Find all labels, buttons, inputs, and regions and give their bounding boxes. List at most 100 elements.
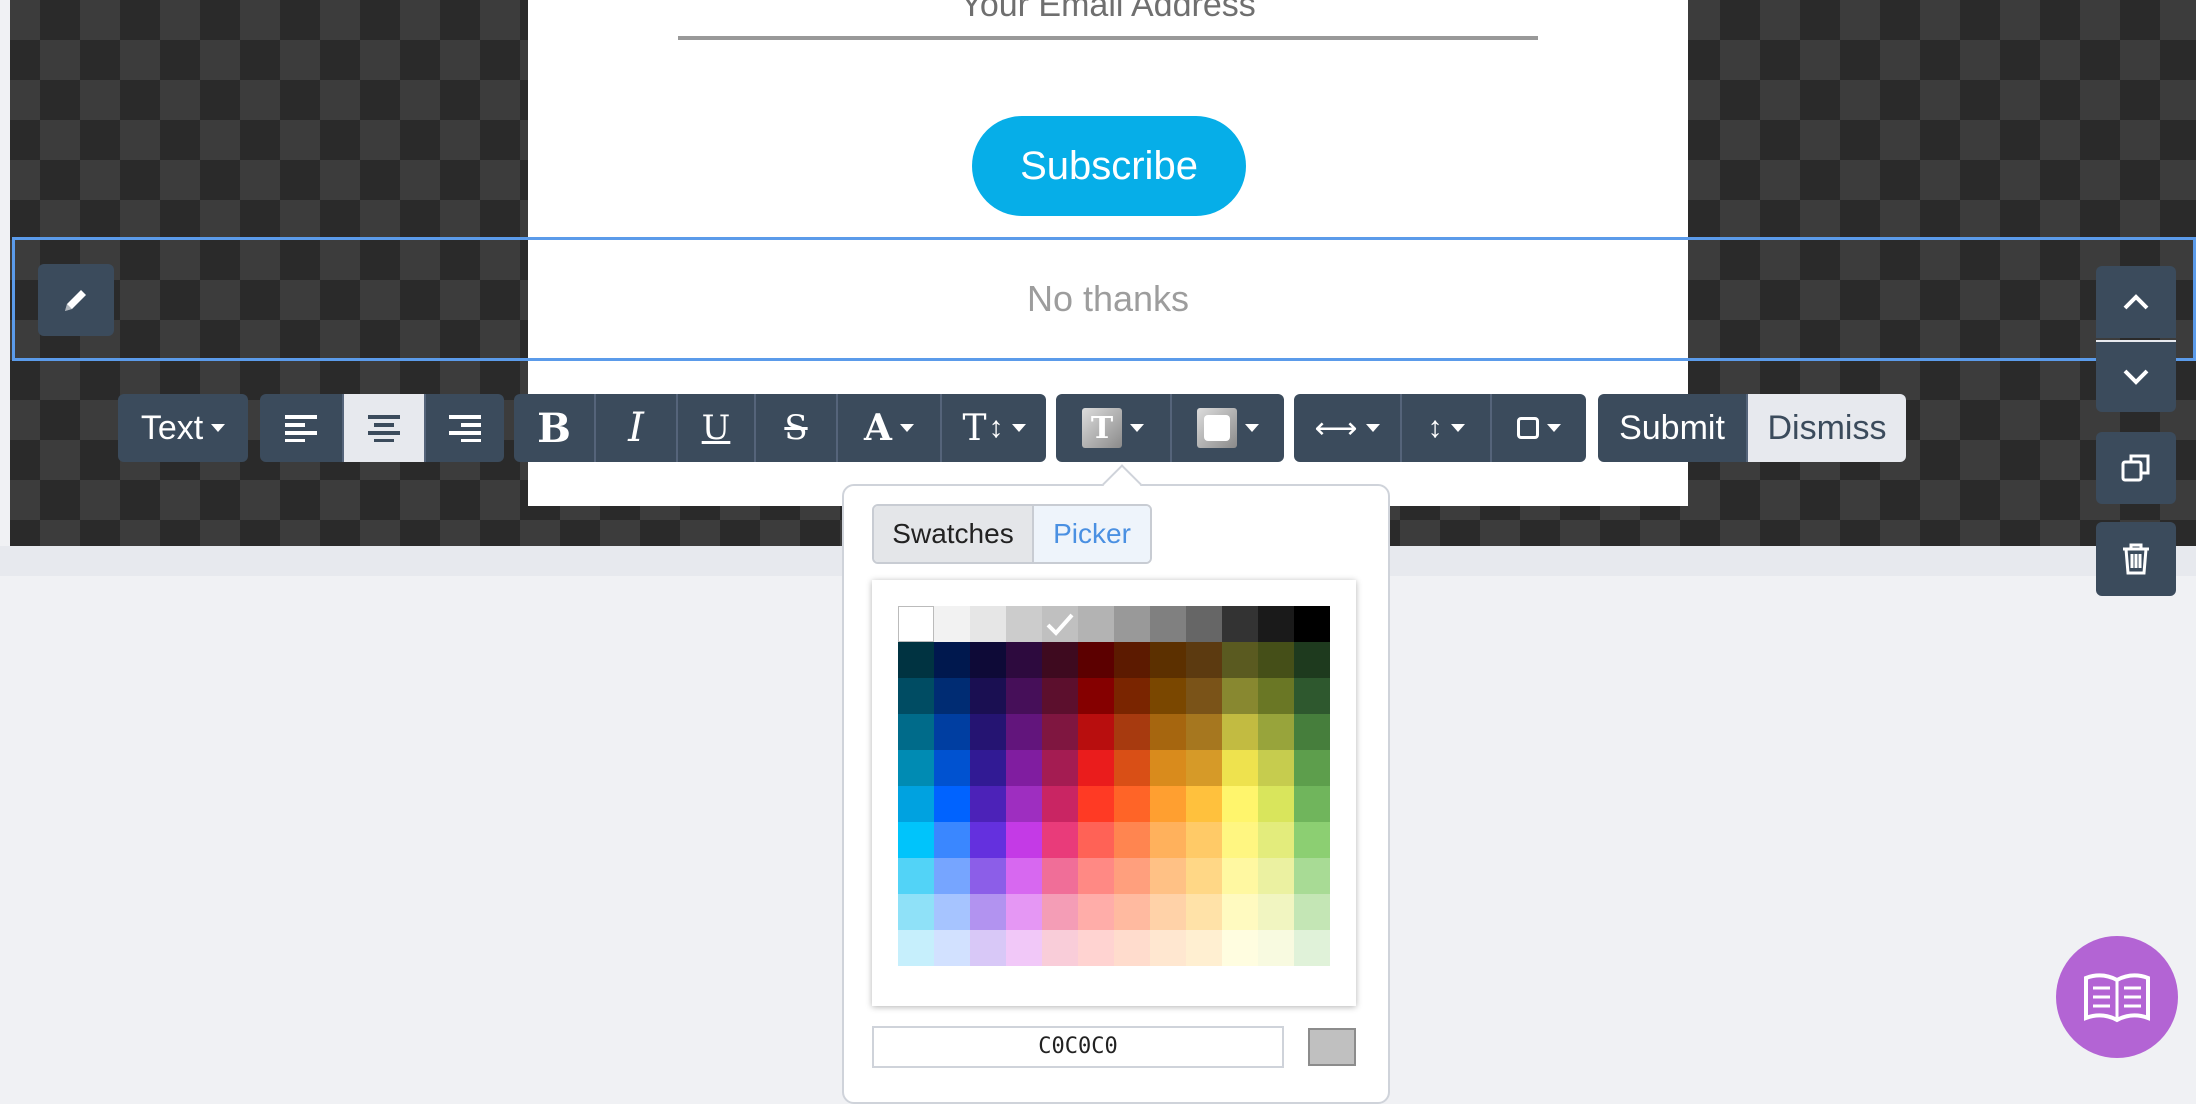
color-swatch[interactable] [970, 606, 1006, 642]
color-swatch[interactable] [970, 750, 1006, 786]
tab-picker[interactable]: Picker [1034, 506, 1150, 562]
color-swatch[interactable] [1006, 750, 1042, 786]
color-swatch[interactable] [1042, 930, 1078, 966]
color-swatch[interactable] [1042, 714, 1078, 750]
color-swatch[interactable] [1294, 786, 1330, 822]
color-swatch[interactable] [1078, 606, 1114, 642]
color-swatch[interactable] [934, 786, 970, 822]
bold-button[interactable]: B [514, 394, 594, 462]
font-family-dropdown[interactable]: A [836, 394, 940, 462]
color-swatch[interactable] [970, 714, 1006, 750]
color-swatch[interactable] [898, 606, 934, 642]
color-swatch[interactable] [1114, 894, 1150, 930]
color-swatch[interactable] [1042, 822, 1078, 858]
color-swatch[interactable] [1258, 642, 1294, 678]
color-swatch[interactable] [1186, 606, 1222, 642]
color-swatch[interactable] [1294, 678, 1330, 714]
color-swatch[interactable] [1150, 822, 1186, 858]
color-swatch[interactable] [934, 894, 970, 930]
email-input-placeholder[interactable]: Your Email Address [678, 0, 1538, 22]
color-swatch[interactable] [1150, 606, 1186, 642]
color-swatch[interactable] [1150, 930, 1186, 966]
color-swatch[interactable] [1186, 678, 1222, 714]
color-swatch[interactable] [1294, 858, 1330, 894]
color-swatch[interactable] [898, 822, 934, 858]
color-swatch[interactable] [1258, 930, 1294, 966]
color-swatch[interactable] [1006, 606, 1042, 642]
color-swatch[interactable] [1294, 822, 1330, 858]
hex-color-input[interactable]: C0C0C0 [872, 1026, 1284, 1068]
help-button[interactable] [2056, 936, 2178, 1058]
color-swatch[interactable] [970, 858, 1006, 894]
color-swatch[interactable] [970, 678, 1006, 714]
color-swatch[interactable] [898, 678, 934, 714]
color-swatch[interactable] [1150, 678, 1186, 714]
color-swatch[interactable] [1078, 642, 1114, 678]
color-swatch[interactable] [1258, 822, 1294, 858]
strikethrough-button[interactable]: S [754, 394, 836, 462]
background-color-dropdown[interactable] [1170, 394, 1284, 462]
move-up-button[interactable] [2096, 266, 2176, 338]
color-swatch[interactable] [1294, 606, 1330, 642]
color-swatch[interactable] [898, 714, 934, 750]
color-swatch[interactable] [1222, 642, 1258, 678]
color-swatch[interactable] [1186, 714, 1222, 750]
color-swatch[interactable] [1294, 894, 1330, 930]
color-swatch[interactable] [1114, 642, 1150, 678]
dismiss-button[interactable]: Dismiss [1746, 394, 1906, 462]
color-swatch[interactable] [1294, 750, 1330, 786]
color-swatch[interactable] [1150, 894, 1186, 930]
color-swatch[interactable] [1150, 786, 1186, 822]
color-swatch[interactable] [1150, 750, 1186, 786]
color-swatch[interactable] [1222, 858, 1258, 894]
color-swatch[interactable] [1078, 858, 1114, 894]
element-type-dropdown[interactable]: Text [118, 394, 248, 462]
color-swatch[interactable] [934, 750, 970, 786]
color-swatch[interactable] [970, 930, 1006, 966]
no-thanks-text[interactable]: No thanks [528, 272, 1688, 326]
color-swatch[interactable] [1150, 858, 1186, 894]
color-swatch[interactable] [1222, 786, 1258, 822]
color-swatch[interactable] [898, 750, 934, 786]
color-swatch[interactable] [1258, 894, 1294, 930]
color-swatch[interactable] [898, 930, 934, 966]
delete-button[interactable] [2096, 522, 2176, 596]
color-swatch[interactable] [1006, 786, 1042, 822]
color-swatch[interactable] [1042, 606, 1078, 642]
font-size-dropdown[interactable]: T ↕ [940, 394, 1046, 462]
color-swatch[interactable] [1114, 678, 1150, 714]
color-swatch[interactable] [1042, 894, 1078, 930]
color-swatch[interactable] [1294, 714, 1330, 750]
border-dropdown[interactable] [1490, 394, 1586, 462]
color-swatch[interactable] [1078, 822, 1114, 858]
color-swatch[interactable] [1078, 930, 1114, 966]
color-swatch[interactable] [934, 642, 970, 678]
color-swatch[interactable] [898, 642, 934, 678]
color-swatch[interactable] [1042, 786, 1078, 822]
color-swatch[interactable] [1186, 894, 1222, 930]
color-swatch[interactable] [1006, 822, 1042, 858]
subscribe-button[interactable]: Subscribe [972, 116, 1246, 216]
color-swatch[interactable] [934, 678, 970, 714]
color-swatch[interactable] [1258, 858, 1294, 894]
color-swatch[interactable] [1114, 786, 1150, 822]
width-dropdown[interactable]: ⟷ [1294, 394, 1400, 462]
color-swatch[interactable] [1114, 714, 1150, 750]
align-left-button[interactable] [260, 394, 342, 462]
color-swatch[interactable] [898, 858, 934, 894]
color-swatch[interactable] [1078, 714, 1114, 750]
color-swatch[interactable] [1222, 894, 1258, 930]
color-swatch[interactable] [970, 786, 1006, 822]
color-swatch[interactable] [1186, 750, 1222, 786]
color-swatch[interactable] [1042, 678, 1078, 714]
color-swatch[interactable] [1006, 930, 1042, 966]
move-down-button[interactable] [2096, 340, 2176, 412]
color-swatch[interactable] [1186, 858, 1222, 894]
color-swatch[interactable] [1294, 642, 1330, 678]
color-swatch[interactable] [1258, 750, 1294, 786]
align-center-button[interactable] [342, 394, 424, 462]
color-swatch[interactable] [1294, 930, 1330, 966]
color-swatch[interactable] [1258, 606, 1294, 642]
color-swatch[interactable] [1150, 714, 1186, 750]
color-swatch[interactable] [1078, 678, 1114, 714]
